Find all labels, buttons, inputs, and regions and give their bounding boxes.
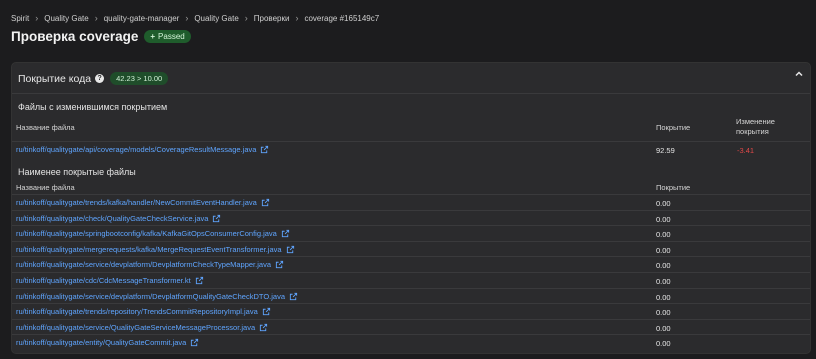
coverage-card: Покрытие кода ? 42.23 > 10.00 Файлы с из…	[11, 62, 811, 354]
table-row: ru/tinkoff/qualitygate/api/coverage/mode…	[12, 141, 810, 157]
file-link[interactable]: ru/tinkoff/qualitygate/service/devplatfo…	[16, 260, 284, 269]
coverage-value: 0.00	[656, 277, 671, 286]
card-title: Покрытие кода	[18, 72, 92, 85]
table-row: ru/tinkoff/qualitygate/check/QualityGate…	[12, 209, 810, 226]
file-link[interactable]: ru/tinkoff/qualitygate/service/QualityGa…	[16, 323, 268, 332]
table-row: ru/tinkoff/qualitygate/mergerequests/kaf…	[12, 240, 810, 257]
table-row: ru/tinkoff/qualitygate/cdc/CdcMessageTra…	[12, 272, 810, 288]
file-link[interactable]: ru/tinkoff/qualitygate/trends/kafka/hand…	[16, 198, 270, 207]
column-header-file: Название файла	[16, 183, 75, 192]
column-header-change: Изменение покрытия	[736, 117, 775, 136]
status-badge: + Passed	[144, 30, 191, 43]
file-name: ru/tinkoff/qualitygate/check/QualityGate…	[16, 213, 209, 223]
coverage-value: 0.00	[656, 323, 671, 333]
table-row: ru/tinkoff/qualitygate/service/devplatfo…	[12, 256, 810, 272]
chevron-right-icon: ›	[295, 13, 299, 23]
coverage-value: 0.00	[656, 308, 671, 318]
card-title-group: Покрытие кода ? 42.23 > 10.00	[18, 72, 169, 85]
external-link-icon[interactable]	[281, 229, 290, 238]
external-link-icon[interactable]	[259, 323, 268, 332]
chevron-right-icon: ›	[94, 13, 98, 23]
breadcrumb-item-checks[interactable]: Проверки	[254, 14, 290, 23]
external-link-icon[interactable]	[260, 145, 269, 154]
file-link[interactable]: ru/tinkoff/qualitygate/service/devplatfo…	[16, 292, 298, 301]
chevron-right-icon: ›	[185, 13, 189, 23]
breadcrumb-item-spirit[interactable]: Spirit	[11, 14, 29, 23]
external-link-icon[interactable]	[286, 245, 295, 254]
metric-badge: 42.23 > 10.00	[110, 72, 169, 85]
column-header-coverage: Покрытие	[656, 123, 691, 132]
page-header: Проверка coverage + Passed	[11, 29, 191, 44]
file-link[interactable]: ru/tinkoff/qualitygate/entity/QualityGat…	[16, 338, 199, 347]
coverage-value: 0.00	[656, 339, 671, 349]
coverage-value: 0.00	[656, 261, 671, 271]
table-row: ru/tinkoff/qualitygate/service/devplatfo…	[12, 287, 810, 304]
table-row: ru/tinkoff/qualitygate/springbootconfig/…	[12, 225, 810, 241]
page-title: Проверка coverage	[11, 29, 139, 44]
coverage-value: 0.00	[656, 199, 671, 208]
coverage-change-value: -3.41	[737, 146, 755, 155]
external-link-icon[interactable]	[262, 307, 271, 316]
chevron-right-icon: ›	[35, 13, 39, 23]
external-link-icon[interactable]	[289, 292, 298, 301]
coverage-value: 0.00	[656, 214, 671, 224]
file-link[interactable]: ru/tinkoff/qualitygate/cdc/CdcMessageTra…	[16, 276, 204, 285]
breadcrumb-item-quality-gate[interactable]: Quality Gate	[44, 14, 88, 23]
file-name: ru/tinkoff/qualitygate/trends/kafka/hand…	[16, 198, 257, 207]
file-name: ru/tinkoff/qualitygate/mergerequests/kaf…	[16, 244, 282, 254]
table-row: ru/tinkoff/qualitygate/trends/kafka/hand…	[12, 194, 810, 210]
file-name: ru/tinkoff/qualitygate/cdc/CdcMessageTra…	[16, 276, 191, 285]
external-link-icon[interactable]	[195, 276, 204, 285]
coverage-value: 0.00	[656, 292, 671, 302]
file-link[interactable]: ru/tinkoff/qualitygate/mergerequests/kaf…	[16, 245, 295, 254]
file-link[interactable]: ru/tinkoff/qualitygate/trends/repository…	[16, 307, 271, 316]
file-name: ru/tinkoff/qualitygate/springbootconfig/…	[16, 229, 277, 239]
coverage-value: 0.00	[656, 230, 671, 240]
external-link-icon[interactable]	[261, 198, 270, 207]
file-link[interactable]: ru/tinkoff/qualitygate/check/QualityGate…	[16, 214, 221, 223]
table-row: ru/tinkoff/qualitygate/trends/repository…	[12, 303, 810, 319]
breadcrumb-item-current: coverage #165149c7	[304, 13, 380, 23]
coverage-value: 0.00	[656, 245, 671, 255]
file-name: ru/tinkoff/qualitygate/service/devplatfo…	[16, 260, 271, 270]
breadcrumb-item-project[interactable]: quality-gate-manager	[104, 14, 180, 23]
coverage-value: 92.59	[656, 146, 675, 155]
file-name: ru/tinkoff/qualitygate/entity/QualityGat…	[16, 338, 187, 348]
question-circle-icon[interactable]: ?	[95, 74, 105, 83]
plus-icon: +	[150, 32, 156, 41]
file-link[interactable]: ru/tinkoff/qualitygate/api/coverage/mode…	[16, 145, 269, 154]
table-row: ru/tinkoff/qualitygate/service/QualityGa…	[12, 318, 810, 335]
card-header[interactable]: Покрытие кода ? 42.23 > 10.00	[12, 63, 810, 94]
file-link[interactable]: ru/tinkoff/qualitygate/springbootconfig/…	[16, 229, 290, 238]
file-name: ru/tinkoff/qualitygate/service/devplatfo…	[16, 291, 286, 301]
least-covered-title: Наименее покрытые файлы	[18, 167, 136, 177]
external-link-icon[interactable]	[275, 260, 284, 269]
external-link-icon[interactable]	[190, 338, 199, 347]
file-name: ru/tinkoff/qualitygate/service/QualityGa…	[16, 322, 256, 332]
breadcrumb: Spirit › Quality Gate › quality-gate-man…	[11, 13, 379, 23]
chevron-up-icon[interactable]	[794, 69, 804, 82]
file-name: ru/tinkoff/qualitygate/api/coverage/mode…	[16, 145, 257, 154]
external-link-icon[interactable]	[212, 214, 221, 223]
changed-files-title: Файлы с изменившимся покрытием	[18, 102, 168, 112]
chevron-right-icon: ›	[244, 13, 248, 23]
table-row: ru/tinkoff/qualitygate/entity/QualityGat…	[12, 334, 810, 350]
breadcrumb-item-quality-gate-2[interactable]: Quality Gate	[194, 14, 238, 23]
file-name: ru/tinkoff/qualitygate/trends/repository…	[16, 307, 258, 317]
column-header-file: Название файла	[16, 123, 75, 132]
status-badge-label: Passed	[158, 32, 185, 41]
column-header-coverage: Покрытие	[656, 183, 691, 192]
